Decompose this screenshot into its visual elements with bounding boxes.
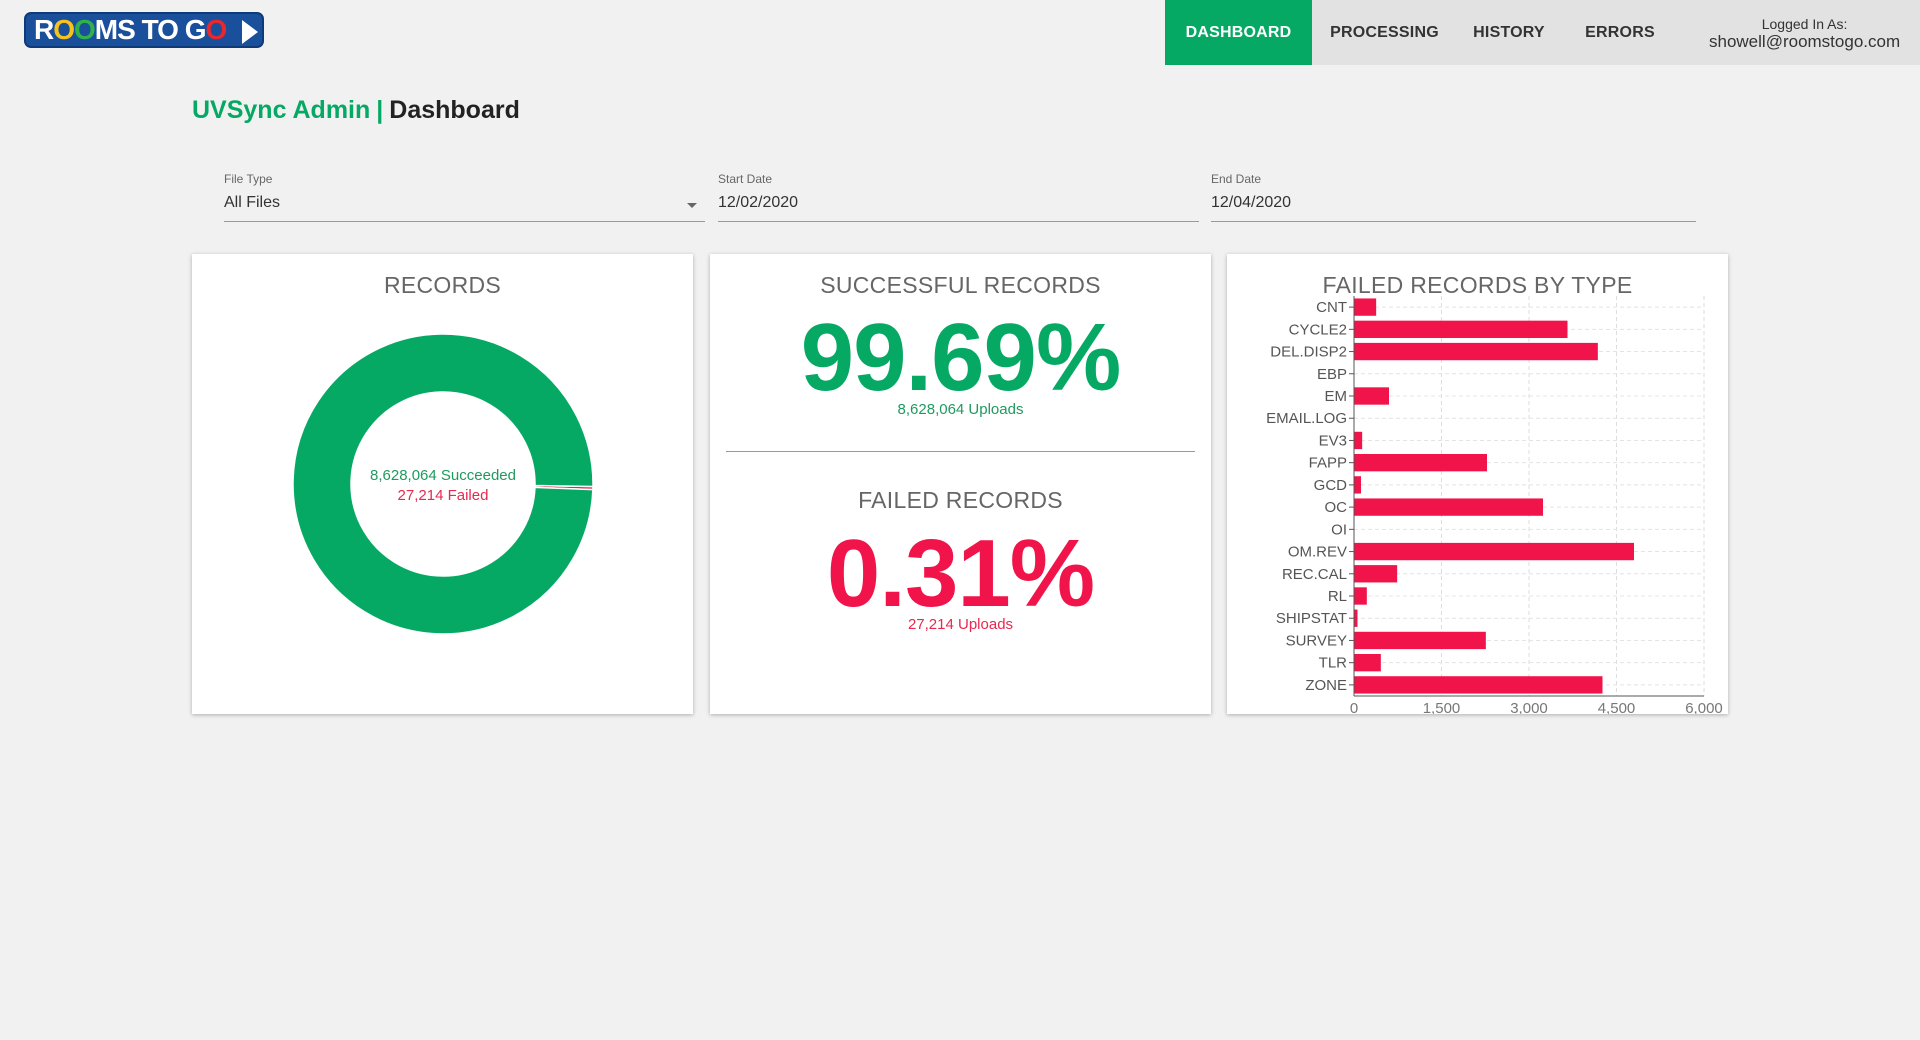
records-donut-chart: 8,628,064 Succeeded 27,214 Failed [292,333,594,635]
app-name: UVSync Admin [192,96,371,124]
section-name: Dashboard [389,96,520,124]
y-tick-label: REC.CAL [1282,566,1347,583]
title-separator: | [376,96,384,124]
succeeded-text: 8,628,064 Succeeded [370,467,516,484]
main-nav: DASHBOARD PROCESSING HISTORY ERRORS Logg… [1165,0,1920,65]
login-label: Logged In As: [1761,15,1848,32]
bar-rec-cal[interactable] [1354,565,1398,583]
y-tick-label: SURVEY [1286,632,1347,649]
successful-records-title: SUCCESSFUL RECORDS [820,272,1101,298]
failed-uploads: 27,214 Uploads [907,616,1014,633]
page-title: UVSync Admin | Dashboard [192,96,520,125]
y-tick-label: RL [1328,588,1347,605]
end-date-field[interactable]: End Date 12/04/2020 [1211,172,1696,222]
success-percentage: 99.69% [800,304,1122,411]
file-type-select[interactable]: File Type All Files [224,172,705,222]
bar-cycle2[interactable] [1354,320,1568,338]
login-info: Logged In As: showell@roomstogo.com [1709,0,1900,65]
bar-em[interactable] [1354,387,1389,405]
x-tick-label: 3,000 [1510,700,1548,714]
x-tick-label: 6,000 [1685,700,1723,714]
bar-oc[interactable] [1354,498,1543,516]
records-card: RECORDS 8,628,064 Succeeded 27,214 Faile… [192,254,693,714]
start-date-value: 12/02/2020 [718,194,799,211]
bar-zone[interactable] [1354,676,1603,694]
failed-records-title: FAILED RECORDS [858,487,1063,513]
bar-cnt[interactable] [1354,298,1377,316]
y-tick-label: EBP [1317,366,1347,383]
bar-ev3[interactable] [1354,431,1363,450]
logo-wordmark: ROOMS TO GO [34,14,227,45]
y-tick-label: ZONE [1305,677,1347,694]
end-date-value: 12/04/2020 [1211,194,1292,211]
bar-fapp[interactable] [1354,454,1487,472]
y-tick-label: EM [1325,388,1348,405]
logo-arrow-icon [242,20,258,44]
start-date-label: Start Date [718,172,773,186]
y-tick-label: EV3 [1319,432,1347,449]
y-tick-label: TLR [1319,655,1348,672]
login-email: showell@roomstogo.com [1709,31,1901,51]
y-tick-label: EMAIL.LOG [1266,410,1347,427]
bar-rl[interactable] [1354,587,1367,605]
y-tick-label: GCD [1314,477,1348,494]
y-tick-label: OC [1325,499,1348,516]
bar-gcd[interactable] [1354,476,1361,494]
y-tick-label: CNT [1316,299,1347,316]
y-tick-label: OI [1331,521,1347,538]
end-date-label: End Date [1211,172,1262,186]
records-title: RECORDS [383,272,502,298]
y-tick-label: CYCLE2 [1289,321,1347,338]
tab-history[interactable]: HISTORY [1457,0,1561,65]
divider [726,451,1195,452]
x-tick-label: 1,500 [1423,700,1461,714]
y-tick-label: FAPP [1309,455,1347,472]
bar-om-rev[interactable] [1354,542,1634,561]
bar-shipstat[interactable] [1354,609,1358,627]
failed-by-type-bar-chart: 0 1,500 3,000 4,500 6,000 CNT CYCLE2 DEL.DISP2 E… [1266,296,1723,714]
success-card: SUCCESSFUL RECORDS 99.69% 8,628,064 Uplo… [710,254,1211,714]
failed-by-type-card: FAILED RECORDS BY TYPE 0 1,500 3,000 4,500 6… [1227,254,1728,714]
top-bar: ROOMS TO GO DASHBOARD PROCESSING HISTORY… [0,0,1920,65]
success-uploads: 8,628,064 Uploads [897,401,1024,418]
file-type-value: All Files [224,194,281,211]
bar-survey[interactable] [1354,631,1486,650]
y-tick-label: SHIPSTAT [1276,610,1347,627]
donut-center-text: 8,628,064 Succeeded 27,214 Failed [293,466,593,506]
dropdown-caret-icon [687,203,697,208]
x-tick-label: 0 [1350,700,1358,714]
y-tick-label: DEL.DISP2 [1270,344,1347,361]
bar-tlr[interactable] [1354,654,1381,672]
tab-processing[interactable]: PROCESSING [1312,0,1457,65]
tab-errors[interactable]: ERRORS [1561,0,1679,65]
failed-text: 27,214 Failed [397,487,489,504]
start-date-field[interactable]: Start Date 12/02/2020 [718,172,1199,222]
bar-del-disp2[interactable] [1354,342,1598,361]
failed-percentage: 0.31% [826,520,1095,627]
y-tick-label: OM.REV [1288,544,1347,561]
file-type-label: File Type [224,172,273,186]
rooms-to-go-logo[interactable]: ROOMS TO GO [24,12,264,48]
tab-dashboard[interactable]: DASHBOARD [1165,0,1312,65]
x-tick-label: 4,500 [1598,700,1636,714]
